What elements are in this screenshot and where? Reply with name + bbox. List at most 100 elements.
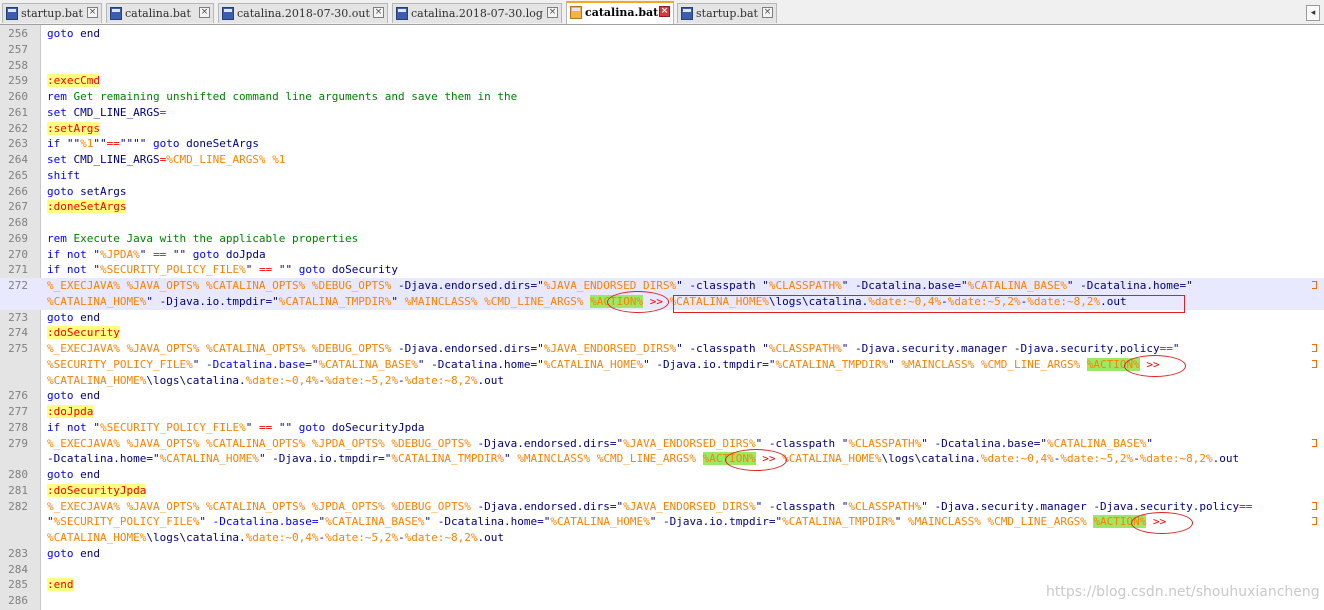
line-number: 257 (8, 42, 28, 56)
tab-startup-bat[interactable]: startup.bat × (2, 3, 102, 23)
line-code: goto end (47, 310, 100, 326)
text-token: " (503, 452, 518, 466)
tab-catalina-out[interactable]: catalina.2018-07-30.out × (218, 3, 388, 23)
line-number: 280 (8, 468, 28, 481)
code-line[interactable]: 270 if not "%JPDA%" == "" goto doJpda (0, 247, 1324, 263)
code-editor[interactable]: 256 goto end 257 258 259:execCmd 260 rem Get r… (0, 26, 1324, 609)
tab-catalina-bat[interactable]: catalina.bat × (106, 3, 214, 23)
line-number: 263 (8, 137, 28, 151)
code-line[interactable]: 257 (0, 42, 1324, 58)
code-line[interactable]: 280 goto end (0, 467, 1324, 483)
code-line[interactable]: 263 if ""%1""=="""" goto doneSetArgs (0, 136, 1324, 152)
line-number: 264 (8, 153, 28, 166)
code-line[interactable]: 268 (0, 215, 1324, 231)
keyword-token: if not (47, 247, 87, 261)
line-number: 272 (8, 279, 28, 292)
text-token: "" (60, 137, 81, 151)
code-line[interactable]: 282 %_EXECJAVA% %JAVA_OPTS% %CATALINA_OPT… (0, 499, 1324, 515)
code-line[interactable]: 275 %_EXECJAVA% %JAVA_OPTS% %CATALINA_OPT… (0, 341, 1324, 357)
close-icon[interactable]: × (659, 6, 670, 17)
text-token: end (73, 389, 100, 403)
text-token: " (199, 515, 213, 529)
tab-catalina-bat-active[interactable]: catalina.bat × (566, 1, 674, 24)
close-icon[interactable]: × (87, 7, 98, 18)
code-line-continuation[interactable]: "%SECURITY_POLICY_FILE%" -Dcatalina.base… (0, 514, 1324, 530)
file-icon (110, 7, 122, 20)
variable-token: %JAVA_ENDORSED_DIRS% (543, 342, 677, 355)
text-token: \logs\catalina. (881, 452, 981, 466)
code-line[interactable]: 261 set CMD_LINE_ARGS= (0, 105, 1324, 121)
code-line[interactable]: 269 rem Execute Java with the applicable … (0, 231, 1324, 247)
code-line[interactable]: 271 if not "%SECURITY_POLICY_FILE%" == ""… (0, 262, 1324, 278)
code-line[interactable]: 283 goto end (0, 546, 1324, 562)
code-line[interactable]: 262:setArgs (0, 121, 1324, 137)
label-token: :setArgs (47, 121, 100, 135)
text-token: " -Dcatalina.base=" (841, 279, 968, 292)
close-icon[interactable]: × (547, 7, 558, 18)
code-line[interactable]: 281:doSecurityJpda (0, 483, 1324, 499)
code-line[interactable]: 274:doSecurity (0, 325, 1324, 341)
line-code: %_EXECJAVA% %JAVA_OPTS% %CATALINA_OPTS% … (47, 278, 1193, 294)
file-icon (681, 7, 693, 20)
code-line[interactable]: 284 (0, 562, 1324, 578)
file-icon (570, 6, 582, 19)
keyword-token: if not (47, 263, 87, 277)
text-token: doJpda (219, 247, 266, 261)
tab-scroll-left-button[interactable]: ◂ (1306, 5, 1320, 21)
close-icon[interactable]: × (199, 7, 210, 18)
variable-token: %CATALINA_TMPDIR% (782, 515, 895, 529)
close-icon[interactable]: × (373, 7, 384, 18)
text-token: """" (119, 137, 153, 151)
code-line[interactable]: 256 goto end (0, 26, 1324, 42)
code-line[interactable]: 276 goto end (0, 388, 1324, 404)
line-code: :doJpda (47, 404, 94, 420)
code-line[interactable]: 266 goto setArgs (0, 184, 1324, 200)
code-line-continuation[interactable]: -Dcatalina.home="%CATALINA_HOME%" -Djava… (0, 451, 1324, 467)
tab-catalina-log[interactable]: catalina.2018-07-30.log × (392, 3, 562, 23)
code-line[interactable]: 264 set CMD_LINE_ARGS=%CMD_LINE_ARGS% %1 (0, 152, 1324, 168)
line-number: 274 (8, 326, 28, 340)
line-number: 278 (8, 420, 28, 434)
variable-token: %CATALINA_TMPDIR% (278, 294, 392, 308)
line-number: 286 (8, 594, 28, 607)
keyword-token: goto (47, 468, 74, 481)
tab-bar: startup.bat × catalina.bat × catalina.20… (0, 0, 1324, 25)
text-token: " (311, 357, 319, 371)
line-code: :doneSetArgs (47, 199, 127, 215)
variable-token: %date:~8,2% (1139, 452, 1213, 466)
code-line-continuation[interactable]: %CATALINA_HOME%\logs\catalina.%date:~0,4… (0, 373, 1324, 389)
code-line[interactable]: 272 %_EXECJAVA% %JAVA_OPTS% %CATALINA_OPT… (0, 278, 1324, 294)
code-line[interactable]: 278 if not "%SECURITY_POLICY_FILE%" == ""… (0, 420, 1324, 436)
line-number: 285 (8, 578, 28, 592)
variable-token: %_EXECJAVA% %JAVA_OPTS% %CATALINA_OPTS% … (47, 342, 392, 355)
line-code: %_EXECJAVA% %JAVA_OPTS% %CATALINA_OPTS% … (47, 436, 1153, 452)
text-token: "" (93, 137, 107, 151)
line-number: 271 (8, 263, 28, 277)
line-code: -Dcatalina.home="%CATALINA_HOME%" -Djava… (47, 451, 1239, 467)
code-line[interactable]: 265 shift (0, 168, 1324, 184)
close-icon[interactable]: × (762, 7, 773, 18)
text-token: doSecurity (325, 263, 399, 277)
text-token: "" (272, 420, 299, 434)
text-token: " (888, 357, 902, 371)
code-line-continuation[interactable]: %CATALINA_HOME%\logs\catalina.%date:~0,4… (0, 530, 1324, 546)
code-line[interactable]: 277:doJpda (0, 404, 1324, 420)
line-code: set CMD_LINE_ARGS= (47, 105, 166, 121)
wrap-arrow-icon (1312, 517, 1317, 526)
code-line[interactable]: 258 (0, 58, 1324, 74)
variable-token: %CATALINA_HOME% (543, 357, 644, 371)
tab-startup-bat-2[interactable]: startup.bat × (677, 3, 777, 23)
keyword-token: if not (47, 420, 87, 434)
variable-token: %CATALINA_HOME% (782, 452, 882, 466)
code-line[interactable]: 259:execCmd (0, 73, 1324, 89)
line-number: 279 (8, 436, 28, 450)
variable-token: %CATALINA_TMPDIR% (391, 452, 504, 466)
line-code: rem Execute Java with the applicable pro… (47, 231, 358, 247)
variable-token: %CATALINA_HOME% (550, 515, 650, 529)
operator-token: == (1159, 342, 1173, 355)
code-line[interactable]: 279 %_EXECJAVA% %JAVA_OPTS% %CATALINA_OPT… (0, 436, 1324, 452)
text-token: " (47, 515, 54, 529)
line-number: 259 (8, 74, 28, 88)
code-line[interactable]: 260 rem Get remaining unshifted command l… (0, 89, 1324, 105)
code-line[interactable]: 267:doneSetArgs (0, 199, 1324, 215)
